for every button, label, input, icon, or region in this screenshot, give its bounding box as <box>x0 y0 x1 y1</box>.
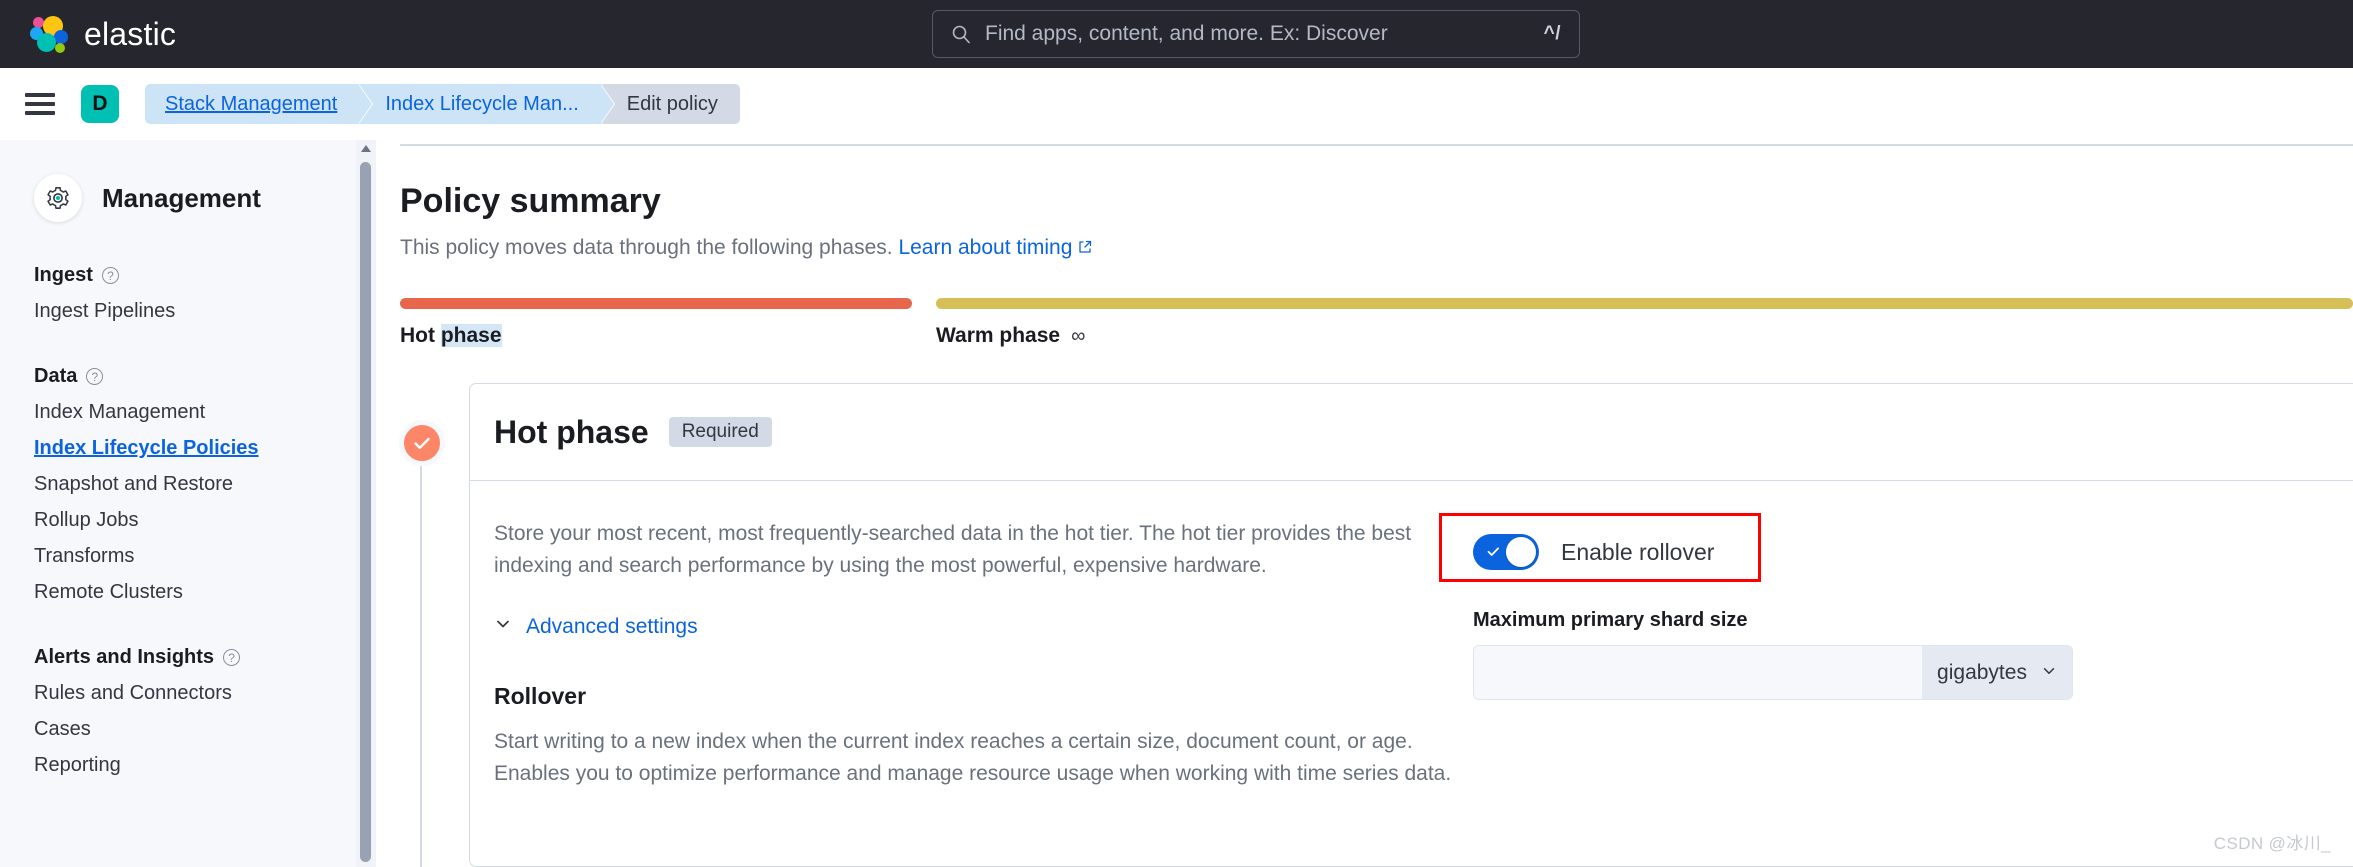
max-primary-shard-size-field[interactable]: gigabytes <box>1473 645 2073 700</box>
sidebar-item-remote-clusters[interactable]: Remote Clusters <box>34 568 356 604</box>
sidebar: Management Ingest ? Ingest Pipelines Dat… <box>0 140 356 867</box>
learn-about-timing-link[interactable]: Learn about timing <box>898 236 1072 259</box>
brand-name: elastic <box>84 15 177 52</box>
page-subtitle-text: This policy moves data through the follo… <box>400 236 893 259</box>
breadcrumb-item-index-lifecycle[interactable]: Index Lifecycle Man... <box>359 84 615 124</box>
elastic-brand[interactable]: elastic <box>28 14 176 54</box>
rollover-controls: Enable rollover Maximum primary shard si… <box>1439 513 2073 700</box>
scroll-up-arrow-icon[interactable] <box>361 145 371 152</box>
sidebar-item-index-lifecycle-policies[interactable]: Index Lifecycle Policies <box>34 424 356 460</box>
advanced-settings-label: Advanced settings <box>526 614 698 638</box>
chevron-down-icon <box>494 615 512 639</box>
gear-icon <box>34 174 82 222</box>
enable-rollover-label: Enable rollover <box>1561 538 1715 565</box>
max-primary-shard-size-label: Maximum primary shard size <box>1473 609 1748 631</box>
hot-phase-header: Hot phase Required <box>470 384 2353 481</box>
sidebar-item-snapshot-and-restore[interactable]: Snapshot and Restore <box>34 460 356 496</box>
sidebar-item-ingest-pipelines[interactable]: Ingest Pipelines <box>34 287 356 323</box>
check-icon <box>1485 543 1502 565</box>
sidebar-group-label: Alerts and Insights <box>34 646 215 668</box>
sidebar-title: Management <box>102 182 261 213</box>
watermark: CSDN @冰川_ <box>2213 834 2331 853</box>
hot-phase-panel: Hot phase Required Store your most recen… <box>469 383 2353 867</box>
sidebar-group-label: Data <box>34 365 78 387</box>
toggle-knob <box>1506 537 1536 567</box>
page-subtitle: This policy moves data through the follo… <box>400 236 1093 261</box>
phase-status-check-icon <box>399 420 445 466</box>
sidebar-item-reporting[interactable]: Reporting <box>34 741 356 777</box>
main-content: Policy summary This policy moves data th… <box>376 140 2353 867</box>
divider <box>400 144 2353 146</box>
shard-size-unit-select[interactable]: gigabytes <box>1922 646 2072 699</box>
page-title: Policy summary <box>400 182 661 220</box>
sidebar-group-data: Data ? <box>34 365 356 388</box>
global-header: elastic ^/ <box>0 0 2353 68</box>
phase-label-warm: Warm phase ∞ <box>936 324 1085 348</box>
phase-timeline-connector <box>420 466 422 867</box>
search-icon <box>951 24 971 44</box>
avatar[interactable]: D <box>81 85 119 123</box>
breadcrumb-bar: D Stack Management Index Lifecycle Man..… <box>0 68 2353 140</box>
hot-phase-description: Store your most recent, most frequently-… <box>494 522 1412 577</box>
help-circle-icon[interactable]: ? <box>86 368 104 385</box>
rollover-description: Start writing to a new index when the cu… <box>494 729 1452 785</box>
sidebar-item-transforms[interactable]: Transforms <box>34 532 356 568</box>
sidebar-item-rollup-jobs[interactable]: Rollup Jobs <box>34 496 356 532</box>
scrollbar-thumb[interactable] <box>360 162 371 862</box>
sidebar-group-ingest: Ingest ? <box>34 264 356 287</box>
max-primary-shard-size-input[interactable] <box>1474 646 1922 699</box>
sidebar-scrollbar[interactable] <box>356 140 376 867</box>
infinity-icon: ∞ <box>1071 325 1086 347</box>
hot-phase-title: Hot phase <box>494 413 649 450</box>
sidebar-group-alerts-and-insights: Alerts and Insights ? <box>34 646 356 669</box>
shard-size-unit-value: gigabytes <box>1937 660 2027 684</box>
enable-rollover-row[interactable]: Enable rollover <box>1473 534 2073 570</box>
breadcrumb-item-edit-policy: Edit policy <box>600 84 740 124</box>
sidebar-item-index-management[interactable]: Index Management <box>34 388 356 424</box>
enable-rollover-toggle[interactable] <box>1473 534 1539 570</box>
phase-label-warm-text: Warm phase <box>936 324 1061 347</box>
breadcrumb: Stack Management Index Lifecycle Man... … <box>145 84 740 124</box>
phase-label-hot: Hot phase <box>400 324 502 347</box>
phase-bar-warm <box>936 298 2353 309</box>
search-input[interactable] <box>985 22 1544 46</box>
sidebar-item-rules-and-connectors[interactable]: Rules and Connectors <box>34 669 356 705</box>
sidebar-header: Management <box>0 140 356 222</box>
elastic-logo-icon <box>28 14 70 54</box>
breadcrumb-item-stack-management[interactable]: Stack Management <box>145 84 373 124</box>
advanced-settings-toggle[interactable]: Advanced settings <box>494 615 698 639</box>
help-circle-icon[interactable]: ? <box>101 267 119 284</box>
search-shortcut-hint: ^/ <box>1543 23 1561 44</box>
sidebar-group-label: Ingest <box>34 264 93 286</box>
phase-label-hot-selection: phase <box>440 324 502 347</box>
status-badge: Required <box>668 417 772 447</box>
phase-bar-hot <box>400 298 912 309</box>
hot-phase-body: Store your most recent, most frequently-… <box>470 481 2353 790</box>
menu-hamburger-icon[interactable] <box>25 88 55 120</box>
external-link-icon <box>1077 237 1093 261</box>
sidebar-item-cases[interactable]: Cases <box>34 705 356 741</box>
help-circle-icon[interactable]: ? <box>223 649 241 666</box>
global-search[interactable]: ^/ <box>932 10 1580 58</box>
chevron-down-icon <box>2041 661 2057 685</box>
